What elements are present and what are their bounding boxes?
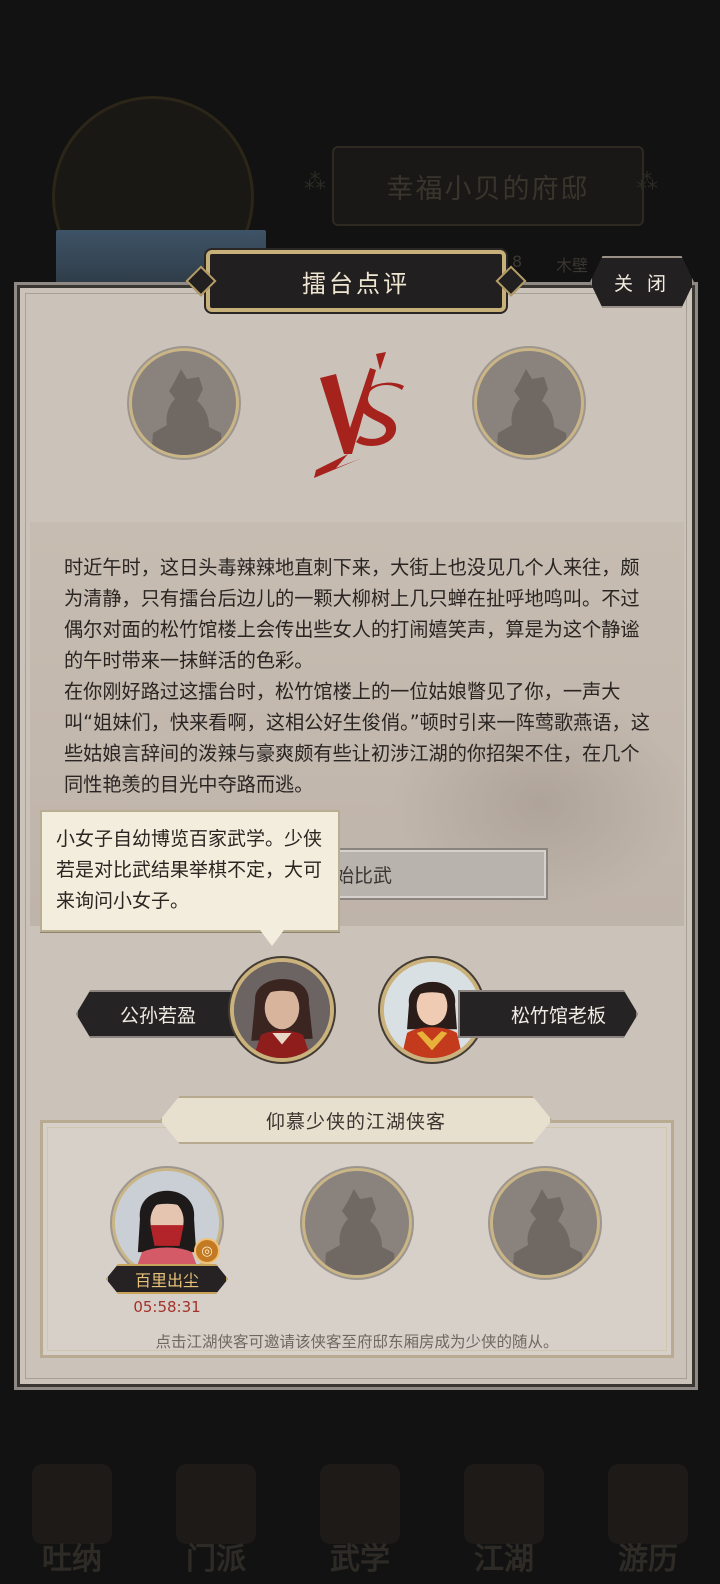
nav-label: 门派	[186, 1542, 246, 1577]
story-paragraph: 在你刚好路过这擂台时，松竹馆楼上的一位姑娘瞥见了你，一声大叫“姐妹们，快来看啊，…	[64, 680, 650, 796]
silhouette-icon	[324, 1189, 396, 1275]
admirers-title: 仰慕少侠的江湖侠客	[160, 1096, 552, 1144]
breathing-icon	[32, 1464, 112, 1544]
nav-label: 武学	[330, 1542, 390, 1577]
silhouette-icon	[496, 369, 568, 455]
admirers-hint: 点击江湖侠客可邀请该侠客至府邸东厢房成为少侠的随从。	[155, 1333, 559, 1351]
npc-portrait-gongsun[interactable]	[230, 958, 334, 1062]
npc-name-left: 公孙若盈	[76, 990, 256, 1038]
fighter-slot-right[interactable]	[474, 348, 584, 458]
nav-item-travel[interactable]: 游历	[588, 1454, 708, 1584]
martial-arts-icon	[320, 1464, 400, 1544]
npc-name-right: 松竹馆老板	[458, 990, 638, 1038]
close-button[interactable]: 关 闭	[590, 256, 694, 308]
ornament-icon: ⁂	[636, 170, 658, 195]
sect-icon	[176, 1464, 256, 1544]
silhouette-icon	[512, 1189, 584, 1275]
tooltip-tail	[260, 930, 284, 946]
admirer-name: 百里出尘	[106, 1264, 228, 1294]
nav-item-martial-arts[interactable]: 武学	[300, 1454, 420, 1584]
jianghu-icon	[464, 1464, 544, 1544]
story-paragraph: 时近午时，这日头毒辣辣地直刺下来，大街上也没见几个人来往，颇为清静，只有擂台后边…	[64, 556, 640, 672]
travel-icon	[608, 1464, 688, 1544]
background-text: 木壁	[556, 256, 589, 275]
nav-item-breathing[interactable]: 吐纳	[12, 1454, 132, 1584]
bottom-navigation: 吐纳 门派 武学 江湖 游历	[0, 1446, 720, 1584]
admirer-slot-empty[interactable]	[490, 1168, 600, 1278]
nav-item-sect[interactable]: 门派	[156, 1454, 276, 1584]
nav-label: 吐纳	[42, 1542, 102, 1577]
admirer-timer: 05:58:31	[133, 1298, 201, 1316]
portrait-image	[234, 962, 330, 1058]
vs-icon	[314, 352, 404, 478]
dialog-title: 擂台点评	[206, 250, 506, 312]
admirer-slot-empty[interactable]	[302, 1168, 412, 1278]
story-text: 时近午时，这日头毒辣辣地直刺下来，大街上也没见几个人来往，颇为清静，只有擂台后边…	[64, 552, 650, 800]
silhouette-icon	[151, 369, 223, 455]
npc-tooltip: 小女子自幼博览百家武学。少侠若是对比武结果举棋不定，大可来询问小女子。	[40, 810, 340, 932]
nav-item-jianghu[interactable]: 江湖	[444, 1454, 564, 1584]
coin-badge-icon: ◎	[194, 1238, 220, 1264]
nav-label: 游历	[618, 1542, 678, 1577]
ornament-icon: ⁂	[304, 170, 326, 195]
fighter-slot-left[interactable]	[129, 348, 239, 458]
nav-label: 江湖	[474, 1542, 534, 1577]
mansion-title: 幸福小贝的府邸	[332, 146, 644, 226]
